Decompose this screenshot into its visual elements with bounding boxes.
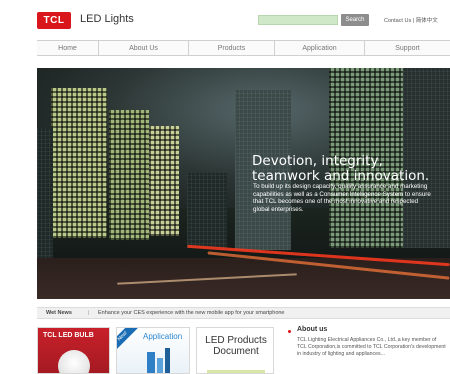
tower-icon [147, 352, 155, 373]
hero-road [37, 258, 450, 299]
tower-icon [157, 358, 163, 373]
hero-headline: Devotion, integrity, teamwork and innova… [252, 153, 430, 184]
top-links[interactable]: Contact Us | 简体中文 [384, 16, 438, 24]
news-headline-link[interactable]: Enhance your CES experience with the new… [98, 308, 285, 319]
building-dark-edge [37, 128, 53, 268]
bullet-icon [288, 330, 291, 333]
nav-item-application[interactable]: Application [275, 41, 365, 55]
about-section: About us TCL Lighting Electrical Applian… [288, 326, 448, 374]
brand-title: LED Lights [80, 13, 134, 25]
tower-icon [165, 348, 170, 373]
news-separator: | [88, 310, 90, 316]
new-ribbon: New! [117, 328, 139, 353]
main-nav: Home About Us Products Application Suppo… [37, 40, 450, 56]
card-led-bulb[interactable]: TCL LED BULB [37, 327, 110, 374]
card-led-bulb-title: TCL LED BULB [43, 332, 94, 339]
building-lit-small [149, 126, 179, 236]
building-lit-left [51, 88, 107, 238]
card-application-title: Application [143, 332, 183, 341]
search-input[interactable] [258, 15, 338, 25]
card-products-document[interactable]: LED Products Document [196, 327, 274, 374]
nav-item-about-us[interactable]: About Us [99, 41, 189, 55]
page: TCL LED Lights Search Contact Us | 简体中文 … [0, 0, 450, 374]
news-bar: Wet News | Enhance your CES experience w… [37, 307, 450, 319]
news-label: Wet News [46, 310, 72, 316]
nav-item-home[interactable]: Home [37, 41, 99, 55]
card-document-title: LED Products Document [205, 335, 267, 357]
document-strip [207, 370, 265, 373]
about-text: TCL Lighting Electrical Appliances Co., … [297, 337, 446, 358]
tcl-logo[interactable]: TCL [37, 12, 71, 29]
building-dark-center [187, 173, 227, 248]
building-lit-mid [109, 110, 149, 240]
about-title[interactable]: About us [297, 326, 327, 333]
card-application[interactable]: New! Application [116, 327, 190, 374]
lightbulb-icon [58, 350, 90, 373]
nav-item-products[interactable]: Products [189, 41, 275, 55]
nav-item-support[interactable]: Support [365, 41, 450, 55]
site-header: TCL LED Lights Search Contact Us | 简体中文 [0, 0, 450, 40]
search-button[interactable]: Search [341, 14, 369, 26]
hero-body: To build up its design capacity, quality… [253, 183, 431, 213]
hero-banner[interactable]: Devotion, integrity, teamwork and innova… [37, 68, 450, 299]
